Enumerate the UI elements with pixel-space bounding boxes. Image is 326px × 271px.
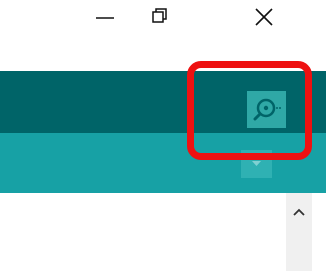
arduino-ide-window [0, 0, 326, 271]
restore-button[interactable] [135, 0, 181, 34]
serial-monitor-button[interactable] [247, 91, 286, 128]
tab-strip [0, 133, 326, 193]
tab-menu-button[interactable] [241, 150, 272, 178]
minimize-button[interactable] [82, 0, 128, 34]
scroll-up-button[interactable] [286, 201, 312, 223]
editor-area[interactable] [0, 193, 326, 271]
title-bar [0, 0, 326, 34]
close-button[interactable] [241, 0, 287, 34]
